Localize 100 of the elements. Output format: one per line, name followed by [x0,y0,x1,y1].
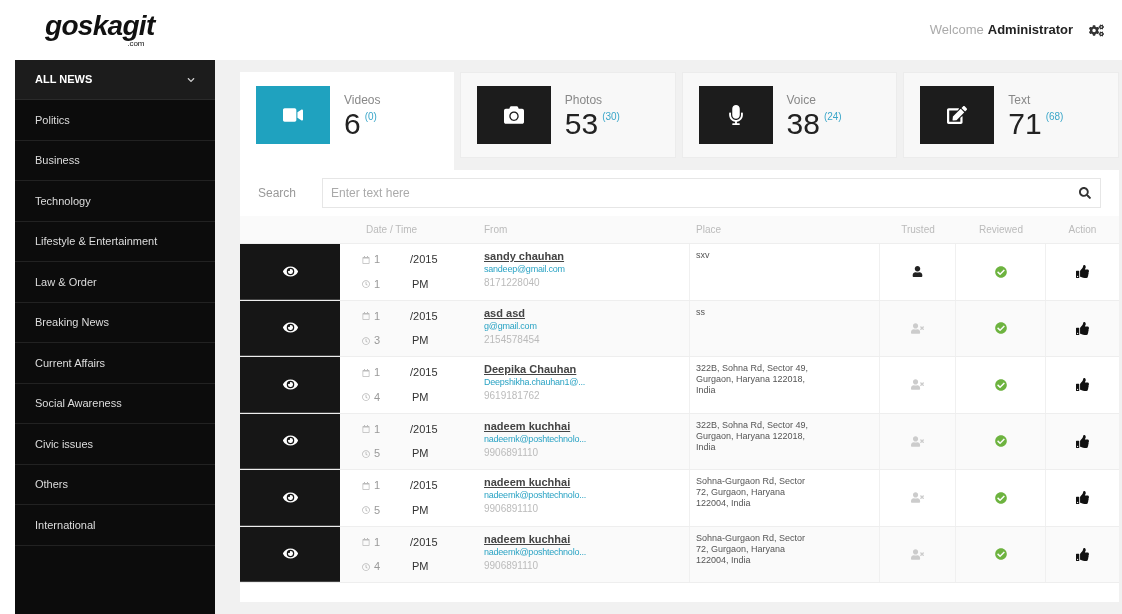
date-text: 1 [374,365,382,381]
time-text: 1 [374,276,382,292]
stat-label: Text [1008,92,1032,109]
sender-email: nadeemk@poshtechnolo... [484,489,588,502]
column-header: Trusted [900,223,936,237]
clock-icon [362,393,370,401]
date-text: 1 [374,478,382,494]
eye-icon [282,320,298,336]
time-text: 4 [374,559,382,575]
sender-name[interactable]: nadeem kuchhai [484,476,689,489]
view-button[interactable] [240,526,340,582]
calendar-icon [362,538,370,546]
column-header: From [483,223,509,237]
date-text: /2015 [410,534,438,550]
sender-name[interactable]: nadeem kuchhai [484,419,689,433]
thumbs-up-icon[interactable] [1076,321,1089,335]
sidebar-header[interactable]: ALL NEWS [15,60,215,100]
pencil-square-icon [920,86,995,144]
sender-phone: 8171228040 [484,276,541,289]
eye-icon [282,546,298,562]
sender-phone: 9906891110 [484,558,540,572]
chevron-down-icon [187,75,195,84]
clock-icon [362,449,370,458]
place-text: 322B, Sohna Rd, Sector 49, Gurgaon, Haryana 122018, India [696,363,810,396]
column-header: Action [1067,223,1098,237]
stat-new-count: (68) [1045,110,1064,124]
logo-domain: .com [127,40,145,48]
time-text: PM [412,502,429,518]
view-button[interactable] [240,413,340,469]
place-text: ss [696,306,706,318]
sender-phone: 9619181762 [484,389,541,402]
date-text: /2015 [410,478,438,494]
date-text: 1 [374,308,382,324]
date-text: /2015 [410,365,438,381]
calendar-icon [362,312,370,320]
date-text: /2015 [410,252,438,268]
thumbs-up-icon[interactable] [1076,265,1089,279]
sender-email: sandeep@gmail.com [484,263,566,276]
clock-icon [362,506,370,514]
date-text: 1 [374,534,382,550]
column-header: Reviewed [978,223,1024,237]
sender-email: g@gmail.com [484,319,538,333]
clock-icon [362,280,370,288]
time-text: 5 [374,502,382,518]
sender-name[interactable]: Deepika Chauhan [484,363,689,376]
calendar-icon [362,425,370,433]
stat-count: 6 [344,109,361,139]
calendar-icon [362,481,370,490]
search-icon[interactable] [1079,187,1091,199]
thumbs-up-icon[interactable] [1076,378,1089,392]
video-camera-icon [256,86,330,144]
thumbs-up-icon[interactable] [1076,434,1089,448]
search-field[interactable]: Enter text here [322,178,1101,208]
stat-label: Photos [564,92,604,109]
sender-phone: 2154578454 [484,332,541,346]
place-text: Sohna-Gurgaon Rd, Sector 72, Gurgaon, Haryana 122004, India [696,476,807,509]
clock-icon [362,336,370,345]
time-text: PM [412,389,429,405]
settings-icon[interactable] [1089,22,1104,38]
column-header: Date / Time [365,223,419,237]
welcome-text: Welcome [929,21,984,40]
time-text: PM [412,559,429,575]
calendar-icon [362,255,370,264]
stat-label: Voice [786,92,817,109]
calendar-icon [362,368,370,377]
date-text: /2015 [410,421,438,437]
search-label: Search [258,185,297,202]
thumbs-up-icon[interactable] [1076,491,1089,505]
place-text: sxv [696,250,711,261]
sender-name[interactable]: sandy chauhan [484,250,689,263]
column-header: Place [695,223,722,237]
view-button[interactable] [240,300,340,356]
time-text: PM [412,446,429,462]
sender-phone: 9906891110 [484,445,540,459]
time-text: PM [412,276,429,292]
thumbs-up-icon[interactable] [1076,547,1089,561]
microphone-icon [698,86,773,144]
place-text: 322B, Sohna Rd, Sector 49, Gurgaon, Haryana 122018, India [696,419,810,453]
user-name[interactable]: Administrator [987,20,1073,40]
date-text: 1 [374,421,382,437]
time-text: PM [412,333,429,349]
place-text: Sohna-Gurgaon Rd, Sector 72, Gurgaon, Haryana 122004, India [696,532,807,566]
eye-icon [282,433,298,449]
time-text: 4 [374,389,382,405]
stat-new-count: (0) [364,110,377,124]
stat-count: 38 [786,109,820,139]
stat-new-count: (24) [823,110,842,124]
sender-name[interactable]: nadeem kuchhai [484,532,689,546]
stat-count: 71 [1008,109,1042,139]
sender-email: nadeemk@poshtechnolo... [484,432,588,446]
time-text: 3 [374,333,382,349]
logo: goskagit [45,12,155,40]
clock-icon [362,562,370,571]
sender-email: nadeemk@poshtechnolo... [484,545,588,559]
sender-email: Deepshikha.chauhan1@... [484,376,587,389]
time-text: 5 [374,446,382,462]
camera-icon [476,86,551,144]
sender-name[interactable]: asd asd [484,306,689,320]
date-text: 1 [374,252,382,268]
stat-count: 53 [564,109,599,139]
